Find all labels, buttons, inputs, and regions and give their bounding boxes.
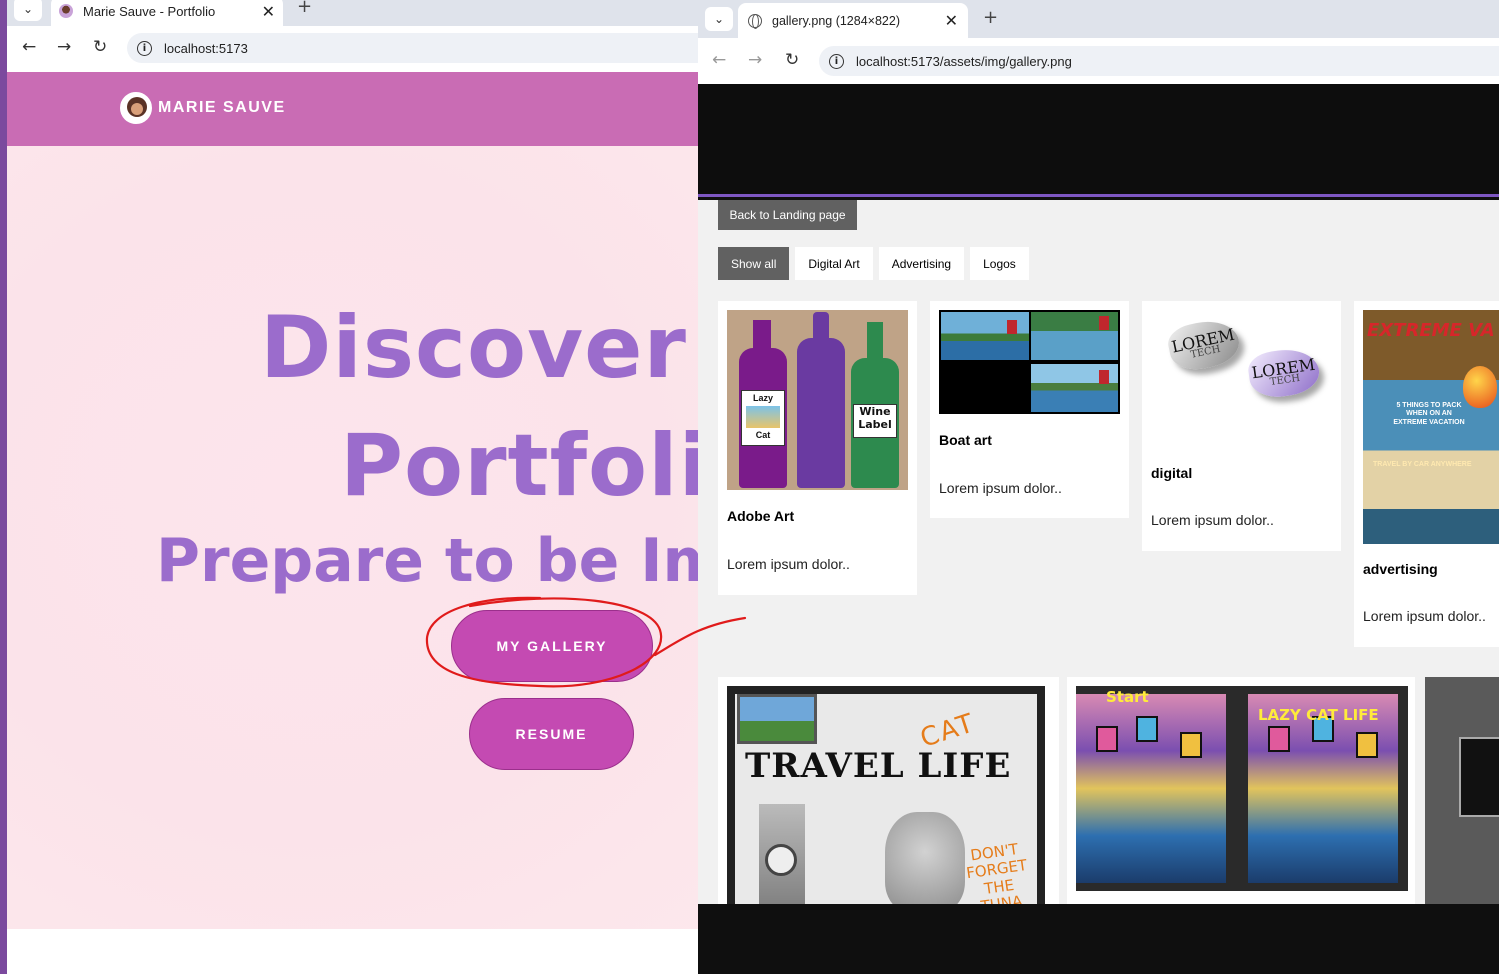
filter-bar: Show all Digital Art Advertising Logos <box>718 247 1029 280</box>
resume-button[interactable]: RESUME <box>469 698 634 770</box>
gallery-card-digital: LOREM TECH LOREM TECH digital Lorem ipsum … <box>1142 301 1341 551</box>
browser-toolbar: ← → ↻ i localhost:5173/assets/img/galler… <box>698 38 1499 84</box>
filter-logos: Logos <box>970 247 1029 280</box>
my-gallery-button[interactable]: MY GALLERY <box>451 610 653 682</box>
reload-icon[interactable]: ↻ <box>93 39 107 56</box>
page-footer-area <box>7 929 760 974</box>
tab-strip: ⌄ gallery.png (1284×822) ✕ + <box>698 0 1499 38</box>
window-edge <box>0 0 7 974</box>
gallery-card-partial <box>1425 677 1499 905</box>
desktop: ⌄ Marie Sauve - Portfolio ✕ + ← → ↻ i lo… <box>0 0 1499 974</box>
avatar <box>120 92 152 124</box>
gallery-card-boat-art: Boat art Lorem ipsum dolor.. <box>930 301 1129 518</box>
tab-search-button[interactable]: ⌄ <box>705 7 733 31</box>
logo-gray: LOREM TECH <box>1164 315 1244 375</box>
gallery-card-adobe-art: Lazy Cat Wine Label Adobe Art Lorem ipsu… <box>718 301 917 595</box>
close-tab-icon[interactable]: ✕ <box>945 11 958 30</box>
new-tab-icon[interactable]: + <box>297 0 312 17</box>
gallery-screenshot: Back to Landing page Show all Digital Ar… <box>698 200 1499 905</box>
tab-strip: ⌄ Marie Sauve - Portfolio ✕ + <box>7 0 760 26</box>
close-tab-icon[interactable]: ✕ <box>262 2 275 21</box>
address-url: localhost:5173/assets/img/gallery.png <box>856 53 1072 69</box>
wine-bottles-image: Lazy Cat Wine Label <box>727 310 908 490</box>
address-bar[interactable]: i localhost:5173/assets/img/gallery.png <box>819 46 1499 76</box>
image-viewer: Back to Landing page Show all Digital Ar… <box>698 84 1499 905</box>
filter-advertising: Advertising <box>878 247 965 280</box>
hero-heading-line2: Portfoli <box>340 416 710 516</box>
tab-title: Marie Sauve - Portfolio <box>83 3 216 19</box>
site-favicon-icon <box>59 4 73 18</box>
card-description: Lorem ipsum dolor.. <box>1151 512 1274 528</box>
hero-section: Discover Portfoli Prepare to be Imp MY G… <box>7 146 760 929</box>
brand-name: MARIE SAUVE <box>158 99 286 116</box>
extreme-vacation-image: EXTREME VA 5 THINGS TO PACK WHEN ON AN E… <box>1363 310 1499 544</box>
lorem-tech-logo-image: LOREM TECH LOREM TECH <box>1151 310 1331 430</box>
reload-icon[interactable]: ↻ <box>785 52 799 69</box>
card-title: Adobe Art <box>727 508 795 524</box>
gallery-card-advertising: EXTREME VA 5 THINGS TO PACK WHEN ON AN E… <box>1354 301 1499 647</box>
forward-arrow-icon[interactable]: → <box>748 52 762 69</box>
tab-search-button[interactable]: ⌄ <box>14 0 42 21</box>
card-description: Lorem ipsum dolor.. <box>939 480 1062 496</box>
forward-arrow-icon[interactable]: → <box>57 39 71 56</box>
travel-cat-life-image: TRAVEL LIFE CAT DON'T FORGET THE TUNA <box>727 686 1045 905</box>
site-header: MARIE SAUVE <box>7 72 760 146</box>
logo-partial-image <box>1425 677 1499 905</box>
tab-portfolio[interactable]: Marie Sauve - Portfolio ✕ <box>51 0 283 26</box>
gallery-card-travel-cat-life: TRAVEL LIFE CAT DON'T FORGET THE TUNA <box>718 677 1059 905</box>
globe-icon <box>748 13 762 29</box>
back-arrow-icon[interactable]: ← <box>22 39 36 56</box>
site-info-icon[interactable]: i <box>137 40 152 56</box>
filter-show-all: Show all <box>718 247 790 280</box>
card-title: Boat art <box>939 432 992 448</box>
back-to-landing-button: Back to Landing page <box>718 200 857 230</box>
lazy-cat-life-image: Start LAZY CAT LIFE <box>1076 686 1408 891</box>
back-arrow-icon[interactable]: ← <box>712 52 726 69</box>
viewer-bottom-background <box>698 904 1499 974</box>
browser-toolbar: ← → ↻ i localhost:5173 <box>7 26 760 72</box>
brand-link[interactable]: MARIE SAUVE <box>120 92 286 124</box>
gallery-image-browser-window: ⌄ gallery.png (1284×822) ✕ + ← → ↻ i loc… <box>698 0 1499 974</box>
wine-label-lazy-cat: Lazy Cat <box>741 390 785 446</box>
address-bar[interactable]: i localhost:5173 <box>127 33 760 63</box>
new-tab-icon[interactable]: + <box>983 7 998 28</box>
site-info-icon[interactable]: i <box>829 53 844 69</box>
address-url: localhost:5173 <box>164 40 248 56</box>
filter-digital-art: Digital Art <box>795 247 873 280</box>
tab-title: gallery.png (1284×822) <box>772 13 900 28</box>
hero-subheading: Prepare to be Imp <box>156 526 760 596</box>
hero-heading-line1: Discover <box>260 298 687 398</box>
card-description: Lorem ipsum dolor.. <box>727 556 850 572</box>
logo-purple: LOREM TECH <box>1246 345 1322 401</box>
wine-label-text: Wine Label <box>853 404 897 438</box>
card-title: digital <box>1151 465 1193 481</box>
boat-art-image <box>939 310 1120 414</box>
card-description: Lorem ipsum dolor.. <box>1363 608 1486 624</box>
portfolio-browser-window: ⌄ Marie Sauve - Portfolio ✕ + ← → ↻ i lo… <box>0 0 760 974</box>
card-title: advertising <box>1363 561 1438 577</box>
tab-gallery-image[interactable]: gallery.png (1284×822) ✕ <box>738 3 968 38</box>
screenshot-header-band <box>698 84 1499 197</box>
gallery-card-lazy-cat-life: Start LAZY CAT LIFE <box>1067 677 1415 905</box>
